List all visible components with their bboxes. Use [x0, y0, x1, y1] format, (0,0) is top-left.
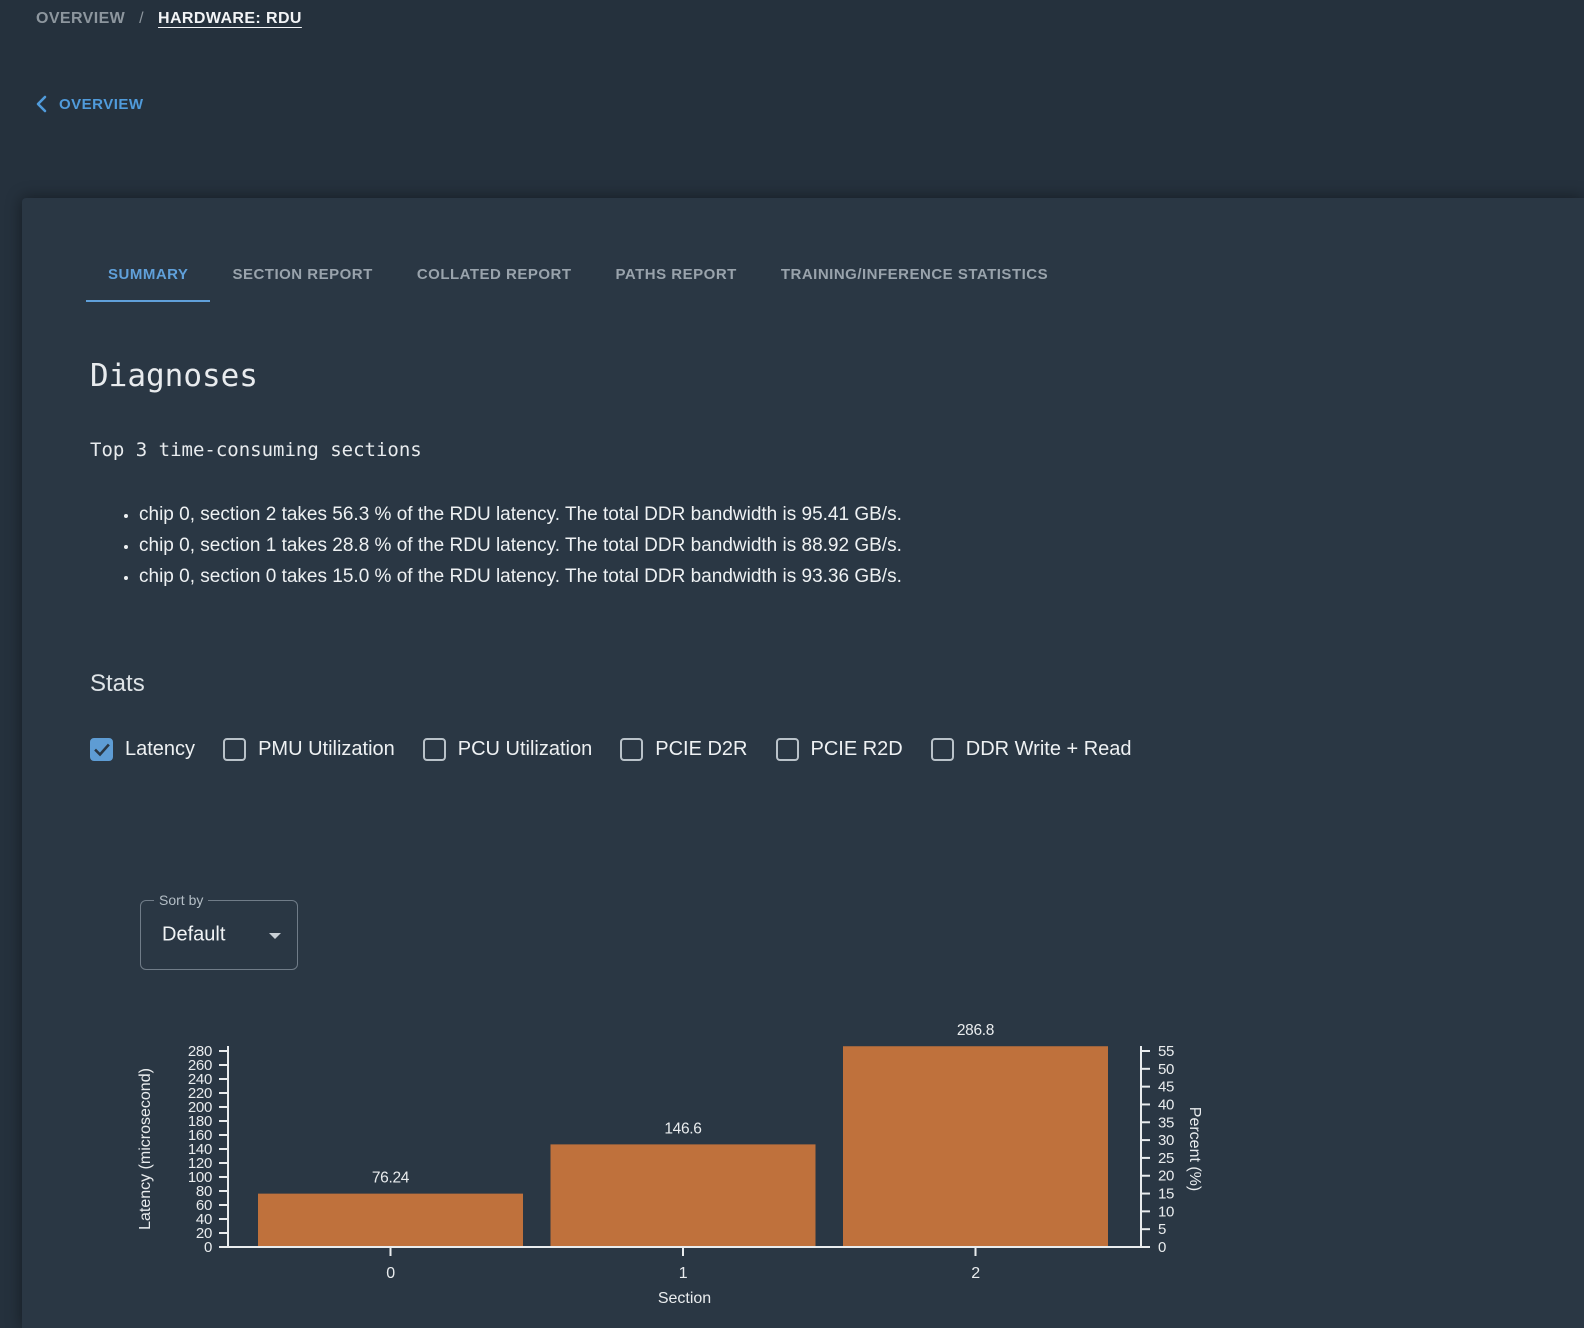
breadcrumb-separator: / [139, 10, 145, 27]
sort-by-label: Sort by [154, 892, 209, 908]
dropdown-arrow-icon [269, 933, 281, 939]
checkbox-label: PCIE R2D [810, 738, 903, 760]
diagnosis-item: chip 0, section 1 takes 28.8 % of the RD… [139, 530, 902, 561]
tab-collated-report[interactable]: COLLATED REPORT [395, 246, 594, 302]
back-to-overview-link[interactable]: OVERVIEW [36, 95, 144, 113]
stats-checkbox-row: Latency PMU Utilization PCU Utilization … [90, 738, 1132, 761]
back-link-label: OVERVIEW [59, 95, 144, 113]
diagnosis-item: chip 0, section 2 takes 56.3 % of the RD… [139, 499, 902, 530]
breadcrumb-current-page[interactable]: HARDWARE: RDU [158, 10, 302, 28]
tab-label: PATHS REPORT [615, 265, 737, 283]
checkbox-label: DDR Write + Read [965, 738, 1132, 760]
checkbox-box [422, 738, 446, 761]
checkbox-ddr-write-read[interactable]: DDR Write + Read [930, 738, 1132, 761]
checkbox-pcu-utilization[interactable]: PCU Utilization [422, 738, 593, 761]
tab-summary[interactable]: SUMMARY [86, 246, 211, 302]
hardware-rdu-page: { "page": { "bg": "#25313d", "card_bg": … [0, 0, 1584, 1328]
breadcrumb-overview-link[interactable]: OVERVIEW [36, 10, 125, 28]
checkbox-box [223, 738, 247, 761]
checkbox-box [620, 738, 644, 761]
checkbox-pmu-utilization[interactable]: PMU Utilization [223, 738, 395, 761]
tab-bar: SUMMARY SECTION REPORT COLLATED REPORT P… [86, 246, 1070, 302]
diagnoses-list: chip 0, section 2 takes 56.3 % of the RD… [118, 499, 902, 592]
checkbox-box [90, 738, 113, 761]
sort-by-select[interactable]: Sort by Default [140, 892, 298, 970]
tab-training-inference-statistics[interactable]: TRAINING/INFERENCE STATISTICS [759, 246, 1070, 302]
checkbox-box [775, 738, 799, 761]
checkbox-latency[interactable]: Latency [90, 738, 195, 761]
diagnoses-heading: Diagnoses [90, 358, 258, 394]
chevron-left-icon [36, 95, 47, 113]
tab-label: SUMMARY [108, 265, 189, 283]
diagnoses-subtitle: Top 3 time-consuming sections [90, 439, 422, 461]
checkbox-box [930, 738, 954, 761]
checkbox-label: Latency [125, 738, 196, 760]
tab-label: TRAINING/INFERENCE STATISTICS [780, 265, 1049, 283]
tab-paths-report[interactable]: PATHS REPORT [594, 246, 759, 302]
summary-card: SUMMARY SECTION REPORT COLLATED REPORT P… [22, 198, 1584, 1328]
check-icon [93, 743, 110, 756]
checkbox-label: PMU Utilization [258, 738, 395, 760]
checkbox-label: PCU Utilization [457, 738, 593, 760]
tab-section-report[interactable]: SECTION REPORT [210, 246, 394, 302]
tab-label: COLLATED REPORT [416, 265, 572, 283]
sort-by-value: Default [162, 923, 226, 946]
diagnosis-item: chip 0, section 0 takes 15.0 % of the RD… [139, 561, 902, 592]
stats-heading: Stats [90, 670, 145, 697]
checkbox-label: PCIE D2R [655, 738, 748, 760]
checkbox-pcie-r2d[interactable]: PCIE R2D [775, 738, 903, 761]
breadcrumb: OVERVIEW / HARDWARE: RDU [36, 10, 302, 28]
tab-label: SECTION REPORT [232, 265, 373, 283]
checkbox-pcie-d2r[interactable]: PCIE D2R [620, 738, 748, 761]
